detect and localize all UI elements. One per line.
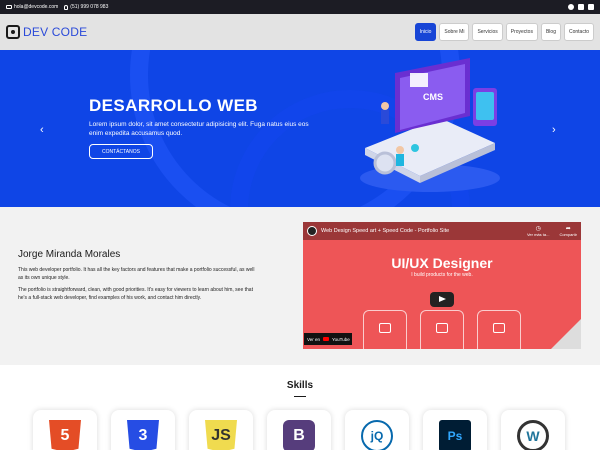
hero-carousel: ‹ › DESARROLLO WEB Lorem ipsum dolor, si… <box>0 50 600 207</box>
nav-item-blog[interactable]: Blog <box>540 23 561 41</box>
mail-icon <box>6 5 12 9</box>
phone-icon <box>64 4 69 10</box>
video-feature-card <box>420 310 464 349</box>
carousel-prev-arrow[interactable]: ‹ <box>40 124 44 136</box>
web-development-illustration: CMS <box>360 58 500 192</box>
navbar: DEV CODE Inicio Sobre Mi Servicios Proye… <box>0 14 600 50</box>
crop-icon <box>493 323 505 333</box>
about-paragraph-2: The portfolio is straightforward, clean,… <box>18 287 253 301</box>
nav-item-inicio[interactable]: Inicio <box>414 23 437 41</box>
video-headline: UI/UX Designer <box>391 255 493 271</box>
skills-section: Skills 5 3 JS B jQ Ps W <box>0 365 600 450</box>
video-feature-card <box>477 310 521 349</box>
skills-title-underline <box>294 396 306 397</box>
bootstrap-icon: B <box>283 420 315 450</box>
skill-card-html5: 5 <box>33 410 97 450</box>
skill-card-jquery: jQ <box>345 410 409 450</box>
play-button[interactable] <box>430 292 454 307</box>
hero-text: Lorem ipsum dolor, sit amet consectetur … <box>89 121 309 138</box>
youtube-icon <box>323 337 330 341</box>
topbar-contact: hola@devcode.com (51) 999 078 983 <box>6 4 108 10</box>
nav-item-servicios[interactable]: Servicios <box>472 23 503 41</box>
javascript-icon: JS <box>205 420 237 450</box>
contact-button[interactable]: CONTÁCTANOS <box>89 144 153 159</box>
watch-on-youtube[interactable]: Ver en YouTube <box>304 333 352 345</box>
photoshop-icon: Ps <box>439 420 471 450</box>
video-page-fold <box>551 319 581 349</box>
clock-icon: ◷ <box>535 226 541 232</box>
briefcase-icon <box>379 323 391 333</box>
html5-icon: 5 <box>49 420 81 450</box>
skill-card-wordpress: W <box>501 410 565 450</box>
skill-card-photoshop: Ps <box>423 410 487 450</box>
linkedin-icon[interactable] <box>578 4 584 10</box>
topbar: hola@devcode.com (51) 999 078 983 <box>0 0 600 14</box>
video-subline: I build products for the web. <box>411 272 473 278</box>
css3-icon: 3 <box>127 420 159 450</box>
main-nav: Inicio Sobre Mi Servicios Proyectos Blog… <box>414 23 594 41</box>
watch-later-button[interactable]: ◷ Ver más ta... <box>527 225 549 237</box>
share-icon: ➦ <box>565 226 571 232</box>
about-section: Jorge Miranda Morales This web developer… <box>0 207 600 365</box>
logo[interactable]: DEV CODE <box>6 25 87 39</box>
channel-avatar[interactable] <box>307 226 317 236</box>
hero-title: DESARROLLO WEB <box>89 96 258 115</box>
facebook-icon[interactable] <box>568 4 574 10</box>
nav-item-sobre-mi[interactable]: Sobre Mi <box>439 23 470 41</box>
about-paragraph-1: This web developer portfolio. It has all… <box>18 267 255 281</box>
skill-card-javascript: JS <box>189 410 253 450</box>
jquery-icon: jQ <box>361 420 393 450</box>
skill-card-bootstrap: B <box>267 410 331 450</box>
nav-item-contacto[interactable]: Contacto <box>563 23 594 41</box>
carousel-next-arrow[interactable]: › <box>552 124 556 136</box>
video-actions: ◷ Ver más ta... ➦ Compartir <box>527 225 577 237</box>
social-links <box>568 4 594 10</box>
skills-title: Skills <box>286 380 314 391</box>
nav-item-proyectos[interactable]: Proyectos <box>505 23 538 41</box>
wordpress-icon: W <box>517 420 549 450</box>
video-header: Web Design Speed art + Speed Code - Port… <box>303 222 581 240</box>
skill-card-css3: 3 <box>111 410 175 450</box>
illustration-cms-label: CMS <box>423 92 443 102</box>
video-feature-card <box>363 310 407 349</box>
topbar-email[interactable]: hola@devcode.com <box>6 4 58 10</box>
topbar-phone[interactable]: (51) 999 078 983 <box>64 4 108 10</box>
youtube-embed[interactable]: Web Design Speed art + Speed Code - Port… <box>303 222 581 349</box>
video-title[interactable]: Web Design Speed art + Speed Code - Port… <box>321 228 449 234</box>
share-button[interactable]: ➦ Compartir <box>559 225 577 237</box>
instagram-icon[interactable] <box>588 4 594 10</box>
logo-text: DEV CODE <box>23 25 88 39</box>
about-name: Jorge Miranda Morales <box>18 249 121 260</box>
rocket-icon <box>436 323 448 333</box>
logo-icon <box>6 25 20 39</box>
